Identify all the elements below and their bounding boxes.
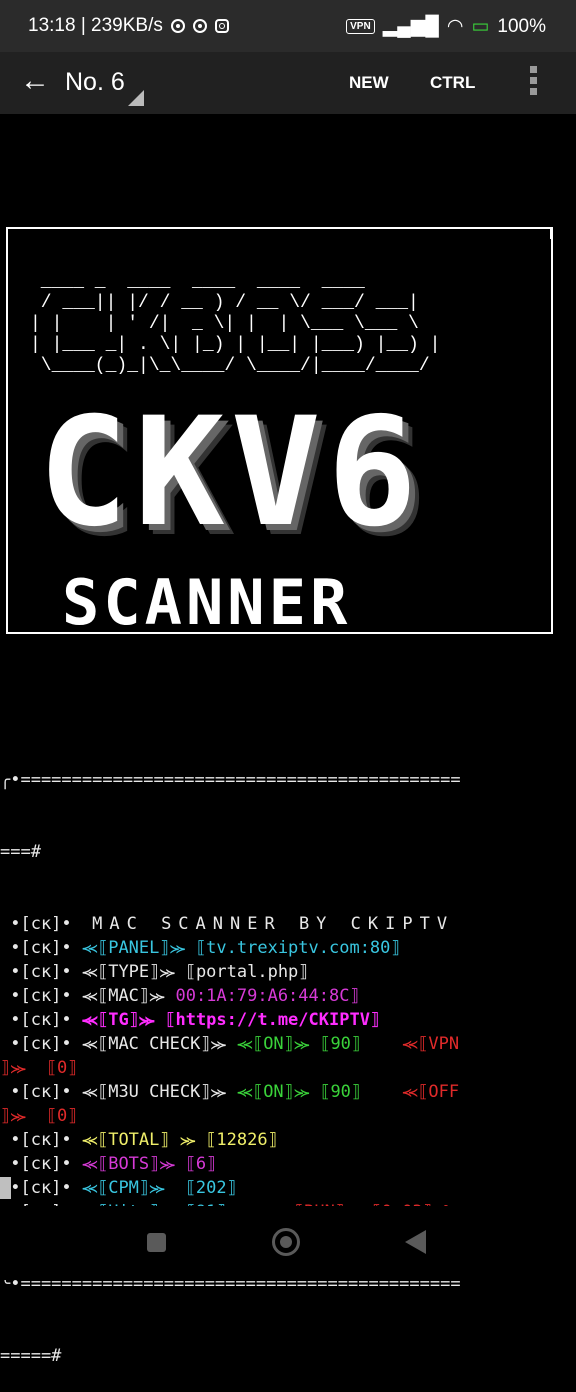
terminal-line: ⟧⪼ ⟦0⟧ [0, 1104, 576, 1128]
terminal-line: •[cк]• ⪻⟦TYPE⟧⪼ ⟦portal.php⟧ [0, 960, 576, 984]
battery-percent: 100% [497, 15, 546, 37]
terminal-segment: •[cк]• [0, 1154, 82, 1174]
home-icon[interactable] [272, 1228, 300, 1256]
terminal-segment: ⟦portal.php⟧ [185, 962, 309, 982]
terminal-output: ╭•======================================… [0, 720, 576, 1392]
status-bar: 13:18 | 239KB/s VPN ▂▄▆█ ◠ ▭ 100% [0, 0, 576, 52]
new-button[interactable]: NEW [349, 73, 389, 93]
terminal-segment: ⪻⟦MAC CHECK⟧⪼ [81, 1034, 237, 1054]
top-rule: ╭•======================================… [0, 770, 461, 790]
more-options-icon[interactable] [530, 66, 540, 99]
terminal-line: •[cк]• MAC SCANNER BY CKIPTV [0, 912, 576, 936]
terminal-segment: •[cк]• [0, 962, 82, 982]
bottom-rule-wrap: =====# [0, 1346, 62, 1366]
terminal-segment: MAC SCANNER BY CKIPTV [92, 914, 455, 934]
banner-subtitle: SCANNER [62, 566, 352, 639]
terminal-line: •[cк]• ⪻⟦CPM⟧⪼ ⟦202⟧ [0, 1176, 576, 1200]
status-time-net: 13:18 | 239KB/s [28, 15, 163, 36]
terminal-line: •[cк]• ⪻⟦PANEL⟧⪼ ⟦tv.trexiptv.com:80⟧ [0, 936, 576, 960]
navigation-bar [0, 1206, 576, 1280]
signal-icon: ▂▄▆█ [382, 16, 439, 37]
terminal-segment: ⪻⟦OFF [402, 1082, 460, 1102]
terminal-line: •[cк]• ⪻⟦BOTS⟧⪼ ⟦6⟧ [0, 1152, 576, 1176]
terminal-segment: ⪻⟦MAC⟧⪼ [81, 986, 176, 1006]
terminal-segment: ⪻⟦TYPE⟧⪼ [81, 962, 186, 982]
chrome-icon [170, 19, 185, 33]
status-left: 13:18 | 239KB/s [28, 15, 229, 37]
ascii-logo: ____ _ ____ ____ ____ ____ / ___|| |/ / … [30, 272, 441, 376]
terminal-segment: ⟧⪼ ⟦0⟧ [0, 1106, 78, 1126]
banner-big-title: CKV6 [38, 386, 424, 560]
terminal-line: •[cк]• ⪻⟦MAC CHECK⟧⪼ ⪻⟦ON⟧⪼ ⟦90⟧ ⪻⟦VPN [0, 1032, 576, 1056]
back-arrow-icon[interactable]: ← [20, 66, 50, 96]
terminal-cursor[interactable] [0, 1177, 11, 1199]
terminal-segment: ⟦https://t.me/CKIPTV⟧ [165, 1010, 381, 1030]
session-title[interactable]: No. 6 [65, 68, 125, 97]
terminal-line: •[cк]• ⪻⟦TG⟧⪼ ⟦https://t.me/CKIPTV⟧ [0, 1008, 576, 1032]
instagram-icon [214, 19, 229, 33]
terminal-segment: •[cк]• [0, 1010, 82, 1030]
terminal-line: •[cк]• ⪻⟦TOTAL⟧ ⪼ ⟦12826⟧ [0, 1128, 576, 1152]
terminal-segment: ⪻⟦ON⟧⪼ ⟦90⟧ [236, 1082, 403, 1102]
terminal-line: •[cк]• ⪻⟦MAC⟧⪼ 00:1A:79:A6:44:8C⟧ [0, 984, 576, 1008]
app-toolbar: ← No. 6 NEW CTRL [0, 52, 576, 114]
terminal-segment: •[cк]• [0, 986, 82, 1006]
terminal-segment: ⪻⟦TOTAL⟧ ⪼ ⟦12826⟧ [81, 1130, 278, 1150]
status-right: VPN ▂▄▆█ ◠ ▭ 100% [346, 15, 546, 38]
terminal-segment: ⪻⟦M3U CHECK⟧⪼ [81, 1082, 237, 1102]
recents-icon[interactable] [147, 1233, 166, 1252]
terminal-segment: •[cк]• [0, 1130, 82, 1150]
terminal-segment: ⪻⟦BOTS⟧⪼ ⟦6⟧ [81, 1154, 217, 1174]
ctrl-button[interactable]: CTRL [430, 73, 475, 93]
terminal-lines: •[cк]• MAC SCANNER BY CKIPTV •[cк]• ⪻⟦PA… [0, 912, 576, 1224]
terminal-segment: •[cк]• [0, 1178, 82, 1198]
terminal-segment: •[cк]• [0, 938, 82, 958]
terminal-segment: ⪻⟦TG⟧⪼ [81, 1010, 166, 1030]
terminal-line: ⟧⪼ ⟦0⟧ [0, 1056, 576, 1080]
terminal-segment: ⪻⟦PANEL⟧⪼ [81, 938, 196, 958]
vpn-badge: VPN [346, 19, 375, 34]
terminal-segment: ⪻⟦VPN [402, 1034, 460, 1054]
terminal-segment: •[cк]• [0, 1034, 82, 1054]
terminal-segment: ⟦tv.trexiptv.com:80⟧ [195, 938, 401, 958]
terminal-segment: ⟧⪼ ⟦0⟧ [0, 1058, 78, 1078]
wifi-icon: ◠ [446, 16, 464, 37]
terminal-line: •[cк]• ⪻⟦M3U CHECK⟧⪼ ⪻⟦ON⟧⪼ ⟦90⟧ ⪻⟦OFF [0, 1080, 576, 1104]
battery-icon: ▭ [471, 16, 490, 37]
terminal-segment: 00:1A:79:A6:44:8C⟧ [175, 986, 360, 1006]
terminal-segment: •[cк]• [0, 1082, 82, 1102]
top-rule-wrap: ===# [0, 842, 41, 862]
dropdown-corner-icon[interactable] [128, 90, 144, 106]
terminal-segment: ⪻⟦CPM⟧⪼ ⟦202⟧ [81, 1178, 237, 1198]
terminal-segment: •[cк]• [0, 914, 93, 934]
back-icon[interactable] [405, 1230, 426, 1254]
chrome-icon-2 [192, 19, 207, 33]
terminal-segment: ⪻⟦ON⟧⪼ ⟦90⟧ [236, 1034, 403, 1054]
